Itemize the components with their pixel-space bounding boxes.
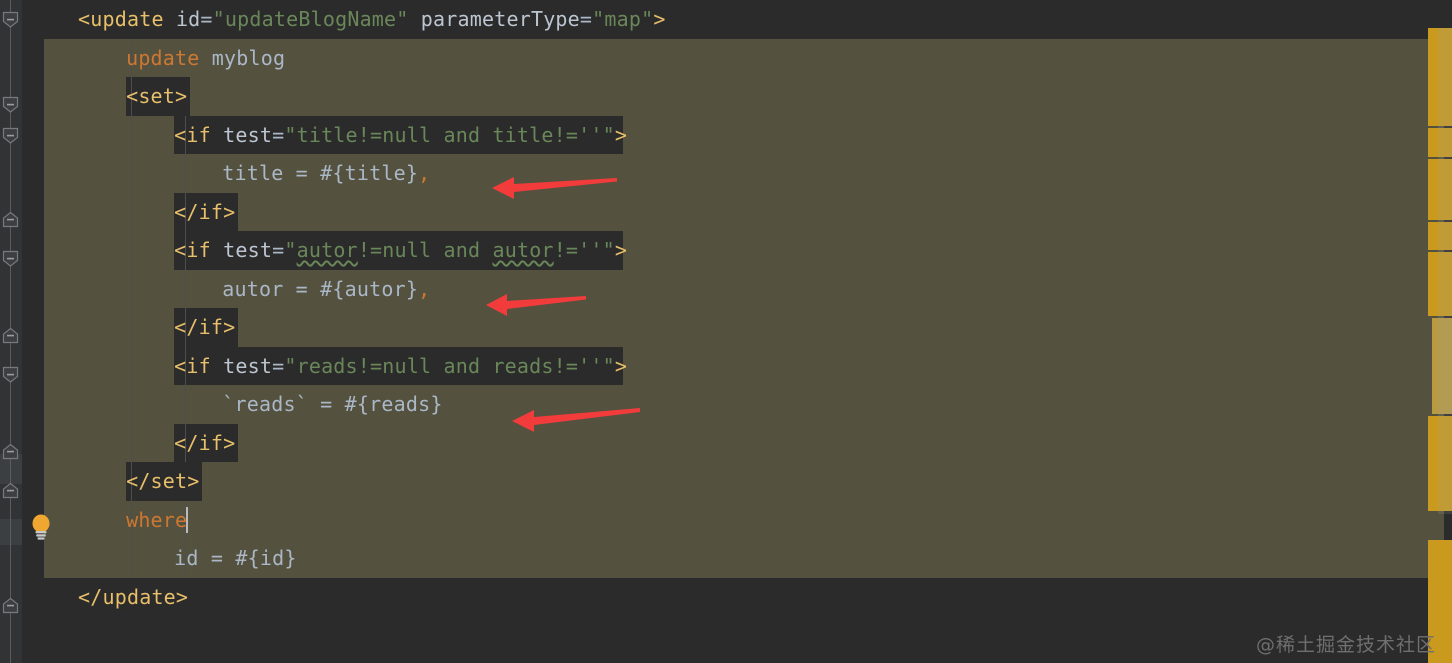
code-token: "title!=null and title!=''" [284,122,615,147]
code-line[interactable]: `reads` = #{reads} [222,385,442,424]
code-line[interactable]: <update id="updateBlogName" parameterTyp… [78,0,666,39]
code-token: </update> [78,584,189,609]
fold-start-icon[interactable] [2,96,19,113]
code-token: = [272,353,285,378]
code-token: </set> [126,469,200,493]
code-token: = [200,7,213,31]
code-token: autor [296,238,358,262]
code-token: myblog [199,45,286,70]
code-token: `reads` = #{reads} [222,392,443,416]
fold-start-icon[interactable] [2,11,19,28]
code-line[interactable]: id = #{id} [174,539,296,578]
code-token: test [223,122,273,147]
code-token: <if [174,238,224,262]
scrollbar-thumb[interactable] [1438,28,1452,514]
annotation-arrow-reads [512,408,640,432]
fold-end-icon[interactable] [2,327,19,344]
code-token: <if [174,122,224,147]
text-caret [186,506,189,533]
annotation-arrow-title [492,177,617,199]
code-token: "updateBlogName" [212,7,409,31]
code-line[interactable]: <if test="autor!=null and autor!=''"> [174,231,627,270]
code-line[interactable]: </set> [126,462,199,501]
code-token: " [284,238,297,262]
code-token: > [614,353,628,378]
error-stripe-scrollbar[interactable] [1400,0,1452,663]
fold-start-icon[interactable] [2,366,19,383]
intention-bulb-icon[interactable] [28,512,54,542]
code-line[interactable]: <set> [126,77,187,116]
code-line[interactable]: <if test="reads!=null and reads!=''"> [174,347,627,386]
code-line[interactable]: where [126,501,187,540]
code-token: id [175,7,201,31]
code-line[interactable]: </update> [78,578,188,617]
code-token: autor = #{autor} [222,276,419,301]
code-token: = [272,238,285,262]
code-line[interactable]: title = #{title}, [222,154,430,193]
code-token: = [579,7,593,31]
code-line[interactable]: </if> [174,193,235,232]
code-line[interactable]: </if> [174,424,235,463]
code-line[interactable]: update myblog [126,39,285,78]
gutter-band [0,518,22,545]
code-token: <set> [126,84,188,108]
code-token: where [126,507,188,532]
fold-end-icon[interactable] [2,211,19,228]
fold-end-icon[interactable] [2,597,19,614]
code-token: </if> [174,430,236,455]
code-token: !=''" [553,238,615,262]
code-token: parameterType [420,7,580,31]
code-token: test [223,238,273,262]
code-token: > [614,238,628,262]
fold-start-icon[interactable] [2,250,19,267]
watermark: @稀土掘金技术社区 [1255,634,1436,656]
code-token: "reads!=null and reads!=''" [284,353,615,378]
code-token: <if [174,353,224,378]
code-token: , [418,161,431,185]
code-line[interactable]: autor = #{autor}, [222,270,430,309]
code-token: !=null and [357,238,493,262]
annotation-arrow-autor [486,294,586,316]
fold-end-icon[interactable] [2,443,19,460]
code-token: , [418,276,431,301]
code-token: </if> [174,199,236,224]
code-token: update [126,45,200,70]
code-token: id = #{id} [174,546,297,570]
code-token: "map" [592,7,654,31]
code-token: autor [492,238,554,262]
code-token: = [272,122,285,147]
code-token: </if> [174,315,236,339]
code-line[interactable]: <if test="title!=null and title!=''"> [174,116,627,155]
code-editor[interactable]: <update id="updateBlogName" parameterTyp… [0,0,1452,663]
code-token: test [223,353,273,378]
code-token: <update [78,7,176,31]
code-token: > [614,122,628,147]
code-token: > [653,7,666,31]
fold-start-icon[interactable] [2,127,19,144]
code-text-layer[interactable]: <update id="updateBlogName" parameterTyp… [0,0,1452,663]
fold-end-icon[interactable] [2,482,19,499]
code-token: title = #{title} [222,161,419,185]
code-line[interactable]: </if> [174,308,235,347]
editor-gutter[interactable] [0,0,22,663]
